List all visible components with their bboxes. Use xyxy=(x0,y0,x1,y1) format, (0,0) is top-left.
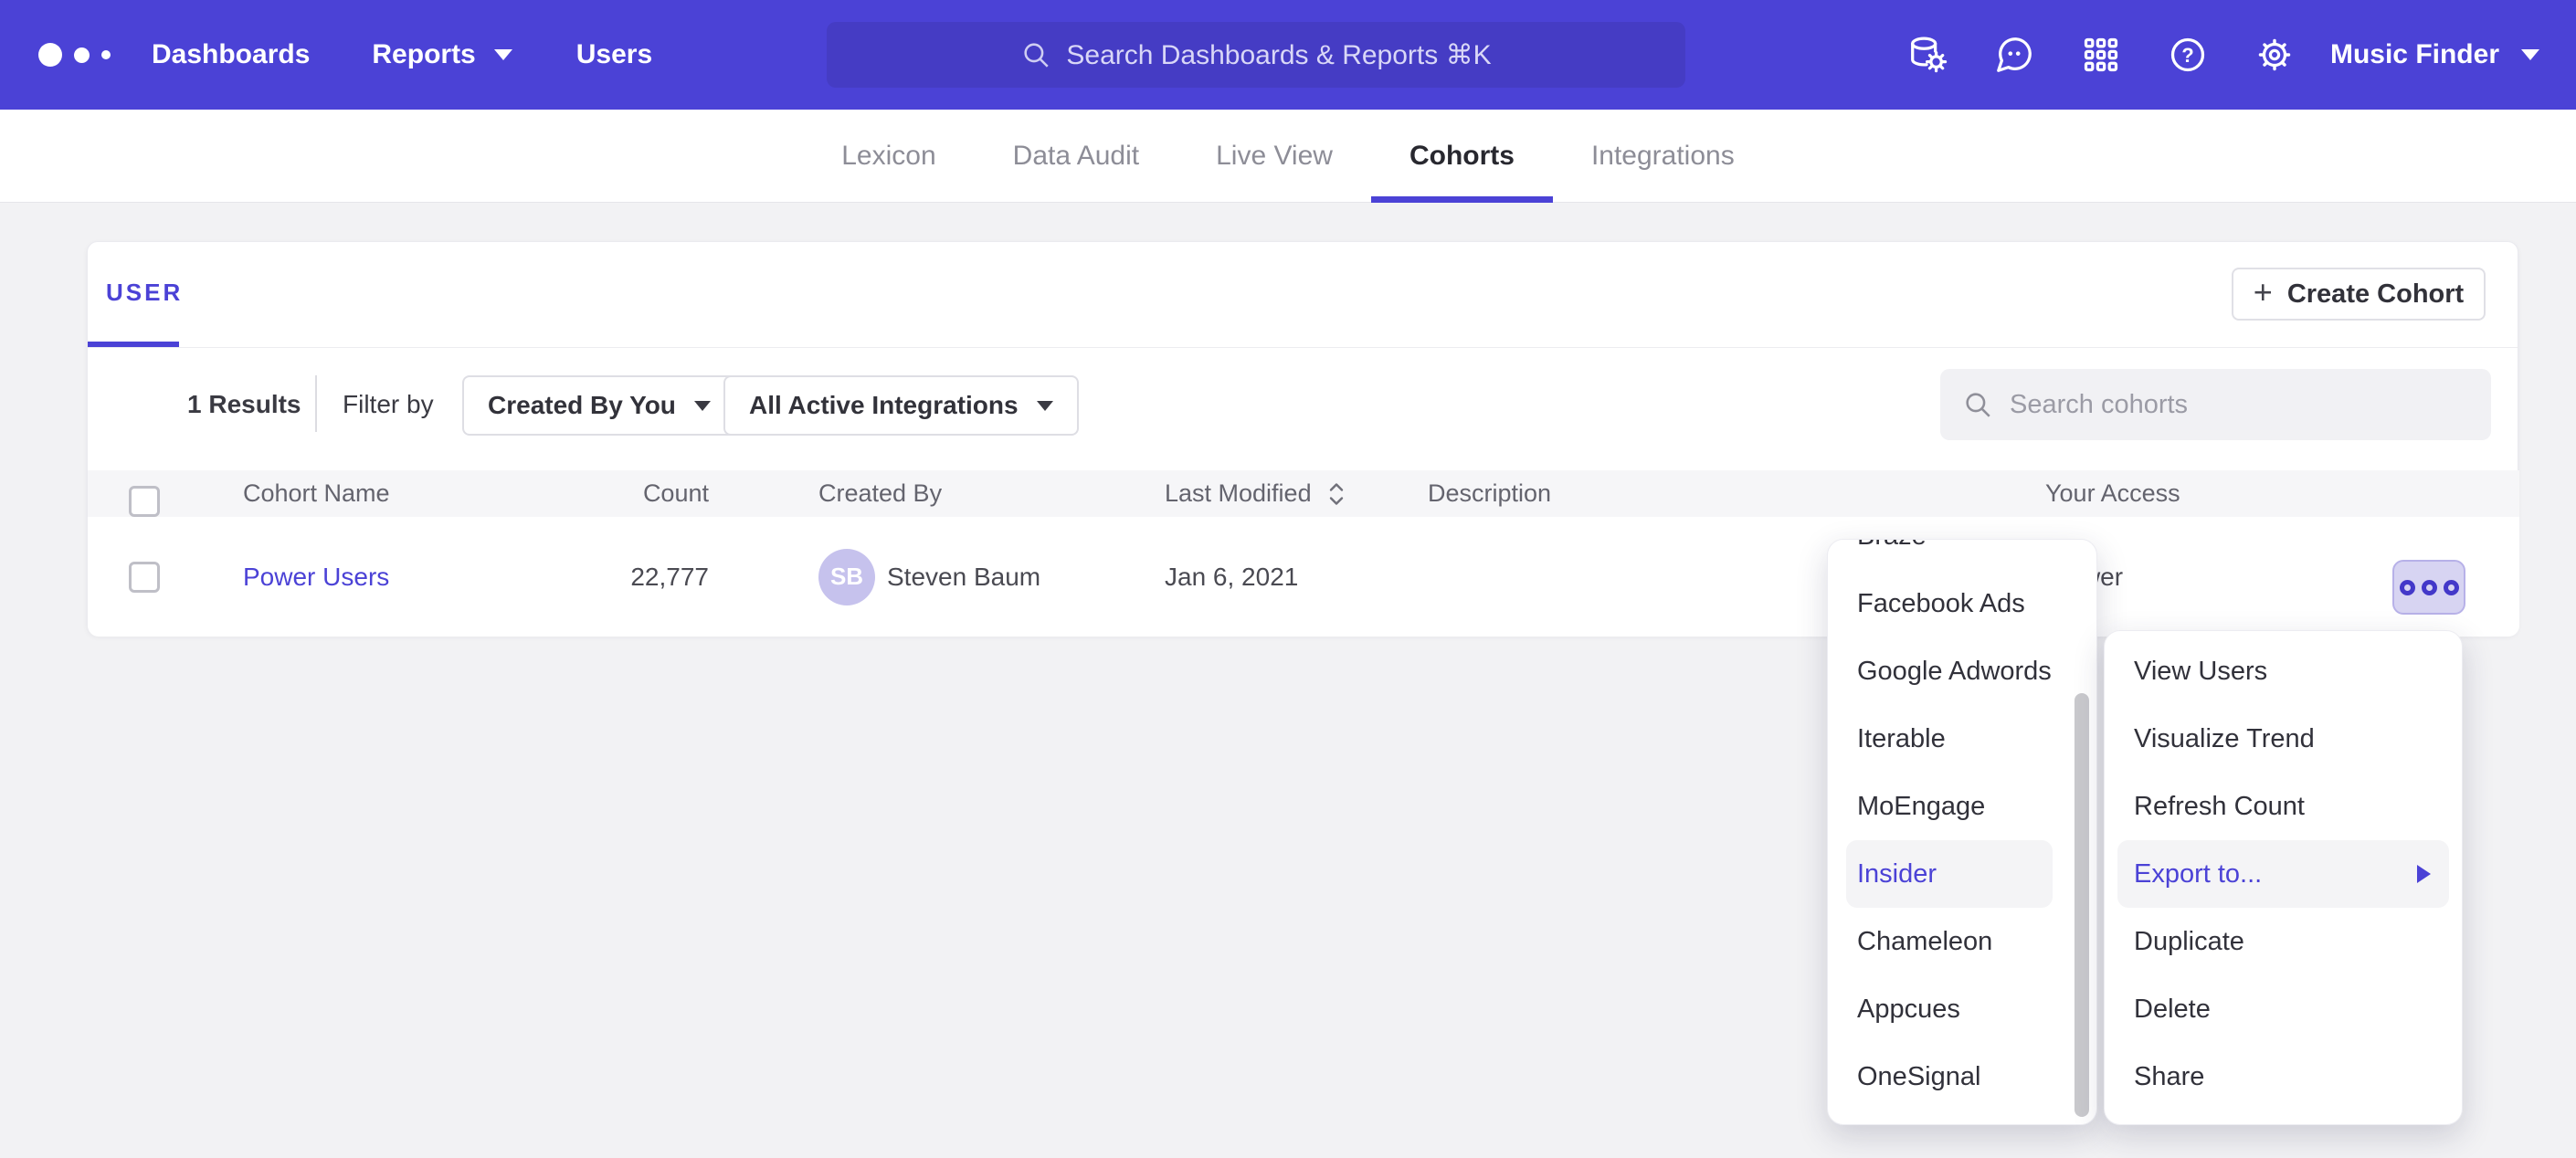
nav-right-group: ? Music Finder xyxy=(1862,0,2539,110)
nav-item-users[interactable]: Users xyxy=(576,39,652,70)
created-by-name: Steven Baum xyxy=(887,517,1040,637)
column-header-count[interactable]: Count xyxy=(499,470,709,517)
menu-item-visualize-trend[interactable]: Visualize Trend xyxy=(2105,705,2462,773)
global-search-input[interactable]: Search Dashboards & Reports ⌘K xyxy=(827,22,1685,88)
cohort-search-input[interactable] xyxy=(2010,390,2448,420)
table-row: Power Users 22,777 SB Steven Baum Jan 6,… xyxy=(88,517,2519,637)
tab-integrations[interactable]: Integrations xyxy=(1553,110,1773,203)
filter-created-by-dropdown[interactable]: Created By You xyxy=(462,375,736,436)
cohort-count: 22,777 xyxy=(499,517,709,637)
tab-cohorts[interactable]: Cohorts xyxy=(1371,110,1553,203)
results-count: 1 Results xyxy=(187,390,301,419)
more-dots-icon xyxy=(2400,580,2415,595)
menu-item-view-users[interactable]: View Users xyxy=(2105,637,2462,705)
nav-item-dashboards[interactable]: Dashboards xyxy=(152,39,310,70)
plus-icon: + xyxy=(2254,276,2273,309)
select-all-checkbox[interactable] xyxy=(129,486,160,517)
export-to-submenu: Braze Facebook Ads Google Adwords Iterab… xyxy=(1827,539,2097,1125)
nav-item-reports[interactable]: Reports xyxy=(372,39,512,70)
chevron-down-icon xyxy=(1037,401,1053,411)
divider xyxy=(88,347,2518,348)
submenu-item-iterable[interactable]: Iterable xyxy=(1828,705,2096,773)
submenu-item-facebook-ads[interactable]: Facebook Ads xyxy=(1828,570,2096,637)
row-context-menu: View Users Visualize Trend Refresh Count… xyxy=(2104,630,2463,1125)
search-icon xyxy=(1962,389,1993,420)
top-navigation: Dashboards Reports Users Search Dashboar… xyxy=(0,0,2576,110)
submenu-item-google-adwords[interactable]: Google Adwords xyxy=(1828,637,2096,705)
cohort-type-tab-user[interactable]: USER xyxy=(106,279,183,307)
filter-by-label: Filter by xyxy=(343,390,434,419)
row-checkbox[interactable] xyxy=(129,562,160,593)
filter-integrations-dropdown[interactable]: All Active Integrations xyxy=(723,375,1079,436)
submenu-arrow-icon xyxy=(2417,865,2431,883)
submenu-item-braze[interactable]: Braze xyxy=(1828,539,2096,570)
column-header-created-by[interactable]: Created By xyxy=(818,470,942,517)
help-icon[interactable]: ? xyxy=(2167,34,2209,76)
avatar: SB xyxy=(818,549,875,605)
secondary-tab-bar: Lexicon Data Audit Live View Cohorts Int… xyxy=(0,110,2576,203)
chevron-down-icon xyxy=(694,401,711,411)
menu-item-share[interactable]: Share xyxy=(2105,1043,2462,1111)
menu-item-export-to[interactable]: Export to... xyxy=(2117,840,2449,908)
project-switcher[interactable]: Music Finder xyxy=(2330,39,2499,70)
feedback-icon[interactable] xyxy=(1993,34,2035,76)
tab-data-audit[interactable]: Data Audit xyxy=(975,110,1177,203)
last-modified-date: Jan 6, 2021 xyxy=(1165,517,1298,637)
submenu-item-moengage[interactable]: MoEngage xyxy=(1828,773,2096,840)
chevron-down-icon xyxy=(494,49,512,60)
chevron-down-icon[interactable] xyxy=(2521,49,2539,60)
active-tab-underline xyxy=(1371,196,1553,203)
apps-grid-icon[interactable] xyxy=(2080,34,2122,76)
submenu-item-insider[interactable]: Insider xyxy=(1846,840,2053,908)
column-header-description[interactable]: Description xyxy=(1428,470,1551,517)
svg-text:?: ? xyxy=(2181,44,2193,67)
create-cohort-button[interactable]: + Create Cohort xyxy=(2232,268,2486,321)
settings-gear-icon[interactable] xyxy=(2254,34,2296,76)
table-header: Cohort Name Count Created By Last Modifi… xyxy=(88,470,2519,517)
submenu-item-chameleon[interactable]: Chameleon xyxy=(1828,908,2096,975)
more-dots-icon xyxy=(2444,580,2459,595)
column-header-your-access[interactable]: Your Access xyxy=(2045,470,2180,517)
cohort-search-box xyxy=(1940,369,2491,440)
tab-live-view[interactable]: Live View xyxy=(1177,110,1371,203)
tab-lexicon[interactable]: Lexicon xyxy=(803,110,974,203)
menu-item-refresh-count[interactable]: Refresh Count xyxy=(2105,773,2462,840)
global-search-placeholder: Search Dashboards & Reports ⌘K xyxy=(1066,39,1491,71)
brand-logo-icon[interactable] xyxy=(38,43,137,67)
cohorts-card: USER + Create Cohort 1 Results Filter by… xyxy=(87,241,2518,636)
search-icon xyxy=(1020,39,1051,70)
sort-icon[interactable] xyxy=(1325,480,1348,508)
column-header-cohort-name[interactable]: Cohort Name xyxy=(243,470,390,517)
submenu-item-onesignal[interactable]: OneSignal xyxy=(1828,1043,2096,1111)
submenu-scrollbar-thumb[interactable] xyxy=(2075,693,2089,1117)
column-header-last-modified[interactable]: Last Modified xyxy=(1165,470,1348,517)
menu-item-delete[interactable]: Delete xyxy=(2105,975,2462,1043)
export-submenu-list: Braze Facebook Ads Google Adwords Iterab… xyxy=(1828,539,2096,1111)
row-more-actions-button[interactable] xyxy=(2392,560,2465,615)
submenu-item-appcues[interactable]: Appcues xyxy=(1828,975,2096,1043)
divider xyxy=(315,375,317,432)
more-dots-icon xyxy=(2422,580,2437,595)
menu-item-duplicate[interactable]: Duplicate xyxy=(2105,908,2462,975)
data-settings-icon[interactable] xyxy=(1906,34,1948,76)
cohort-name-link[interactable]: Power Users xyxy=(243,563,389,592)
